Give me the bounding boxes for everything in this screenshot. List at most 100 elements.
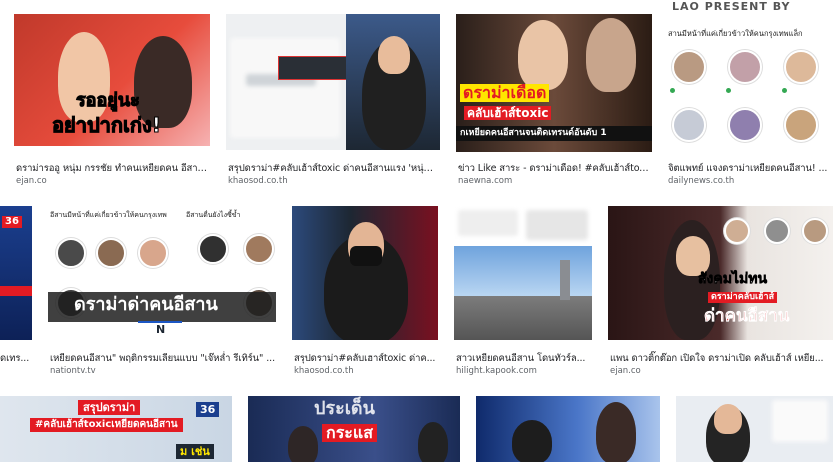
person-figure (288, 426, 318, 462)
result-title[interactable]: จิตแพทย์ แจงดราม่าเหยียดคนอีสาน! ... (668, 161, 831, 176)
online-dot (726, 88, 731, 93)
thumbnail[interactable] (292, 206, 438, 340)
city-sky (454, 246, 592, 296)
image-result-card[interactable] (476, 396, 660, 462)
result-source[interactable]: dailynews.co.th (668, 176, 734, 186)
result-title[interactable]: แพน ดาวติ๊กต๊อก เปิดใจ ดราม่าเปิด คลับเฮ… (610, 351, 831, 366)
dark-popup (278, 56, 356, 80)
image-result-card[interactable]: สานมีหน้าที่แค่เกี่ยวข้าวให้คนกรุงเทพแล็… (666, 14, 833, 186)
avatar-circle (138, 238, 168, 268)
thumbnail[interactable] (476, 396, 660, 462)
avatar-circle (724, 218, 750, 244)
avatar-circle (784, 108, 818, 142)
result-title[interactable]: ดราม่ารออู หนุ่ม กรรชัย ทำคนเหยียดคน อีส… (16, 161, 212, 176)
online-dot (782, 88, 787, 93)
face-mask (350, 246, 382, 266)
result-source[interactable]: hilight.kapook.com (456, 366, 537, 376)
thumbnail-overlay-text: #คลับเฮ้าส์toxicเหยียดคนอีสาน (30, 418, 183, 432)
avatar-circle (728, 108, 762, 142)
avatar-circle (672, 50, 706, 84)
result-source[interactable]: naewna.com (458, 176, 512, 186)
person-figure (418, 422, 448, 462)
image-result-card[interactable] (676, 396, 833, 462)
blurred-post (526, 210, 588, 240)
thumbnail[interactable] (676, 396, 833, 462)
result-title[interactable]: สรุปดราม่า#คลับเฮ้าส์toxic ด่าคนอีสานแรง… (228, 161, 438, 176)
image-result-card[interactable]: สังคมไม่ทน ดราม่าคลับเฮ้าส์ ด่าคนอีสาน แ… (608, 206, 833, 378)
online-dot (670, 88, 675, 93)
person-face (714, 404, 742, 434)
thumbnail[interactable]: สังคมไม่ทน ดราม่าคลับเฮ้าส์ ด่าคนอีสาน (608, 206, 833, 340)
thumbnail[interactable] (226, 14, 440, 150)
thumbnail-overlay-text: อีสานมีหน้าที่แค่เกี่ยวข้าวให้คนกรุงเทพ (50, 211, 167, 219)
blurred-post (772, 400, 828, 442)
thumbnail-overlay-text: ม เช่น (176, 444, 214, 459)
image-result-card[interactable]: สรุปดราม่า #คลับเฮ้าส์toxicเหยียดคนอีสาน… (0, 396, 232, 462)
result-source[interactable]: ejan.co (16, 176, 47, 186)
anchor-face (378, 36, 410, 74)
city-road (454, 296, 592, 340)
thumbnail[interactable]: อีสานมีหน้าที่แค่เกี่ยวข้าวให้คนกรุงเทพ … (48, 206, 276, 340)
image-result-card[interactable]: สาวเหยียดคนอีสาน โดนทัวร์ล... hilight.ka… (454, 206, 594, 378)
thumbnail-overlay-text: ด่าคนอีสาน (704, 306, 790, 326)
image-result-card[interactable]: อีสานมีหน้าที่แค่เกี่ยวข้าวให้คนกรุงเทพ … (48, 206, 278, 378)
result-source[interactable]: khaosod.co.th (228, 176, 288, 186)
thumbnail[interactable]: 36 (0, 206, 32, 340)
channel-logo-text: 36 (196, 402, 220, 417)
avatar-circle (728, 50, 762, 84)
channel-logo-text: 36 (2, 216, 22, 228)
thumbnail-overlay-text: คลับเฮ้าส์toxic (464, 106, 552, 120)
thumbnail-overlay-text: กเหยียดคนอีสานจนติดเทรนด์อันดับ 1 (456, 126, 652, 141)
avatar-circle (244, 234, 274, 264)
thumbnail-overlay-text: ดราม่าคลับเฮ้าส์ (708, 292, 778, 303)
avatar-circle (784, 50, 818, 84)
avatar-circle (802, 218, 828, 244)
red-stripe (0, 286, 32, 296)
image-result-card[interactable]: สรุปดราม่า#คลับเฮ้าส์toxic ด่าคนอีสานแรง… (226, 14, 440, 186)
result-title[interactable]: เหยียดคนอีสาน" พฤติกรรมเลียนแบบ "เจ๊หล่ำ… (50, 351, 278, 366)
person-figure (586, 18, 636, 92)
image-result-card[interactable]: 36 ดเทร... (0, 206, 36, 378)
monument (560, 260, 570, 300)
thumbnail[interactable]: รออยู่นะ อย่าปากเก่ง! (14, 14, 210, 146)
result-source[interactable]: khaosod.co.th (294, 366, 354, 376)
person-figure (512, 420, 552, 462)
image-result-card[interactable]: รออยู่นะ อย่าปากเก่ง! ดราม่ารออู หนุ่ม ก… (14, 14, 212, 186)
thumbnail[interactable]: สรุปดราม่า #คลับเฮ้าส์toxicเหยียดคนอีสาน… (0, 396, 232, 462)
thumbnail-overlay-text: ดราม่าเดือด (460, 84, 550, 102)
result-title[interactable]: สรุปดราม่า#คลับเฮาส์toxic ด่าค... (294, 351, 440, 366)
result-title[interactable]: ดเทร... (0, 351, 34, 366)
avatar-circle (198, 234, 228, 264)
result-title[interactable]: สาวเหยียดคนอีสาน โดนทัวร์ล... (456, 351, 592, 366)
thumbnail-overlay-text: กระแส (322, 424, 377, 442)
thumbnail[interactable]: ประเด็น กระแส (248, 396, 460, 462)
blurred-screenshot (230, 38, 340, 138)
result-source[interactable]: nationtv.tv (50, 366, 96, 376)
image-result-card[interactable]: ดราม่าเดือด คลับเฮ้าส์toxic กเหยียดคนอีส… (456, 14, 654, 186)
avatar-circle (672, 108, 706, 142)
avatar-circle (764, 218, 790, 244)
image-result-card[interactable]: ประเด็น กระแส (248, 396, 460, 462)
accent-underline (138, 321, 182, 323)
person-figure (518, 20, 568, 90)
blurred-post (458, 210, 518, 236)
thumbnail-overlay-text: สานมีหน้าที่แค่เกี่ยวข้าวให้คนกรุงเทพแล็… (668, 29, 803, 38)
thumbnail-overlay-text: อีสานดื่นยังไงซี้ข้ำ (186, 211, 241, 219)
image-result-card[interactable]: สรุปดราม่า#คลับเฮาส์toxic ด่าค... khaoso… (292, 206, 440, 378)
thumbnail[interactable] (454, 206, 592, 340)
result-title[interactable]: ข่าว Like สาระ - ดราม่าเดือด! #คลับเฮ้าส… (458, 161, 654, 176)
avatar-circle (56, 238, 86, 268)
thumbnail-overlay-text: สรุปดราม่า (78, 400, 141, 415)
thumbnail-overlay-text: สังคมไม่ทน (698, 271, 768, 287)
thumbnail-overlay-text: ดราม่าด่าคนอีสาน (74, 294, 218, 315)
thumbnail-overlay-text: รออยู่นะ (76, 90, 141, 111)
channel-logo-text: N (156, 323, 166, 336)
avatar-circle (96, 238, 126, 268)
thumbnail[interactable]: สานมีหน้าที่แค่เกี่ยวข้าวให้คนกรุงเทพแล็… (666, 14, 833, 152)
person-figure (596, 402, 636, 462)
result-source[interactable]: ejan.co (610, 366, 641, 376)
top-banner-text: LAO PRESENT BY (672, 0, 791, 13)
person-face (676, 236, 710, 276)
thumbnail[interactable]: ดราม่าเดือด คลับเฮ้าส์toxic กเหยียดคนอีส… (456, 14, 652, 152)
thumbnail-overlay-text: ประเด็น (314, 398, 375, 419)
